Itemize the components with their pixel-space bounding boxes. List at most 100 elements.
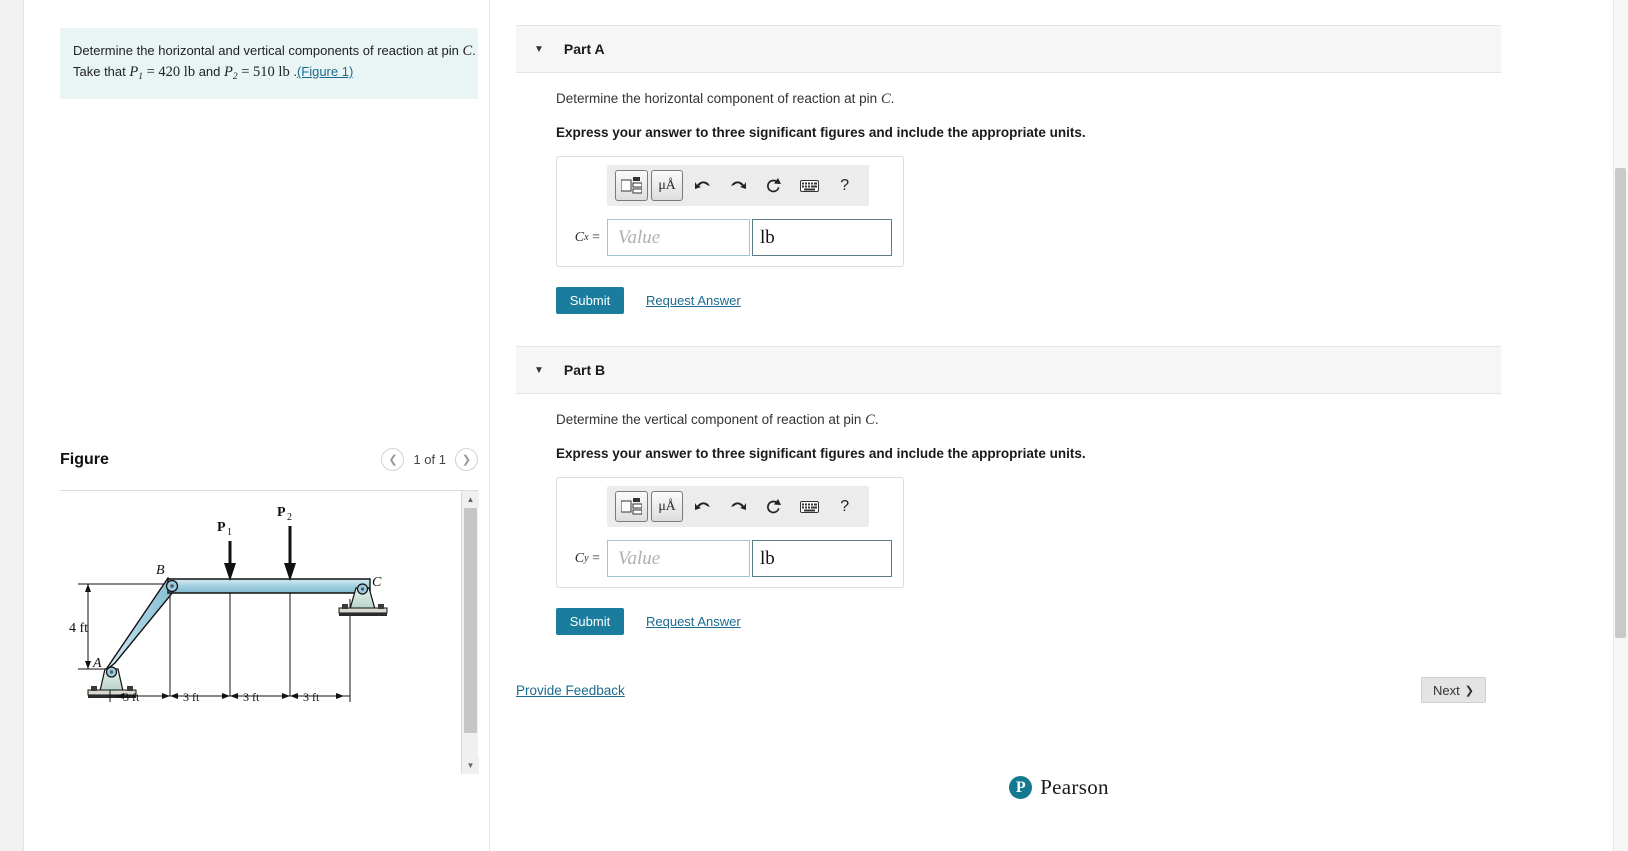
redo-icon[interactable] (722, 170, 755, 201)
units-label: μÅ (658, 177, 676, 193)
page-root: Determine the horizontal and vertical co… (0, 0, 1628, 851)
caret-down-icon[interactable]: ▼ (534, 44, 544, 55)
part-a-submit-button[interactable]: Submit (556, 287, 624, 314)
span-label-4: 3 ft (303, 690, 320, 704)
provide-feedback-link[interactable]: Provide Feedback (516, 683, 625, 698)
problem-text-1-end: . (472, 43, 476, 58)
p2-unit: lb (278, 64, 290, 81)
next-button[interactable]: Next ❯ (1421, 677, 1486, 703)
undo-icon[interactable] (686, 491, 719, 522)
part-a-section: ▼ Part A Determine the horizontal compon… (516, 25, 1516, 314)
reset-icon[interactable] (757, 491, 790, 522)
part-a-actions: Submit Request Answer (556, 287, 1516, 314)
part-a-answer-box: μÅ ? C x = Value lb (556, 156, 904, 267)
next-button-label: Next (1433, 682, 1460, 698)
figure-panel: 4 ft B A C P 1 P 2 3 ft 3 ft 3 ft 3 ft ▲… (60, 490, 479, 774)
pearson-wordmark: Pearson (1040, 775, 1109, 799)
units-label: μÅ (658, 498, 676, 514)
problem-line-2: Take that P1 = 420 lb and P2 = 510 lb .(… (73, 62, 464, 85)
help-icon[interactable]: ? (828, 170, 861, 201)
part-a-question-period: . (890, 91, 895, 106)
figure-scroll-track[interactable] (462, 508, 478, 757)
p2-symbol: P (224, 64, 233, 81)
problem-statement: Determine the horizontal and vertical co… (60, 28, 478, 99)
help-icon[interactable]: ? (828, 491, 861, 522)
scroll-up-arrow-icon[interactable]: ▲ (462, 491, 479, 508)
left-gutter (0, 0, 24, 851)
part-b-input-row: Cy = Value lb (565, 540, 895, 577)
figure-next-button[interactable]: ❯ (455, 448, 478, 471)
height-arrow-bottom (85, 661, 91, 669)
help-label: ? (840, 176, 850, 194)
p1-value: = 420 (142, 64, 184, 81)
chevron-right-icon: ❯ (461, 454, 472, 466)
p1-symbol: P (129, 64, 139, 81)
part-b-var-symbol: C (574, 550, 585, 566)
pin-label-c: C (462, 43, 473, 59)
label-b: B (156, 563, 165, 578)
part-a-request-answer-link[interactable]: Request Answer (646, 293, 741, 308)
part-b-question-period: . (874, 412, 879, 427)
chevron-left-icon: ❮ (388, 454, 398, 466)
height-dimension-label: 4 ft (69, 621, 88, 636)
figure-canvas: 4 ft B A C P 1 P 2 3 ft 3 ft 3 ft 3 ft (60, 491, 456, 774)
part-b-submit-button[interactable]: Submit (556, 608, 624, 635)
math-template-icon[interactable] (615, 491, 648, 522)
pin-c-center (360, 587, 365, 591)
label-p2: P (277, 505, 286, 520)
answer-column: ▼ Part A Determine the horizontal compon… (490, 0, 1628, 851)
span-label-1: 3 ft (123, 690, 140, 704)
support-c-ground (339, 613, 387, 616)
figure-header: Figure ❮ 1 of 1 ❯ (60, 448, 478, 481)
part-a-value-input[interactable]: Value (607, 219, 750, 256)
keyboard-icon[interactable] (793, 491, 826, 522)
keyboard-icon[interactable] (793, 170, 826, 201)
label-c: C (372, 575, 382, 590)
page-scroll-thumb[interactable] (1615, 168, 1626, 638)
units-icon[interactable]: μÅ (650, 491, 684, 522)
chevron-right-icon: ❯ (1464, 684, 1474, 697)
figure-counter: 1 of 1 (413, 452, 446, 467)
part-b-request-answer-link[interactable]: Request Answer (646, 614, 741, 629)
pin-a-center (109, 670, 114, 674)
span-label-2: 3 ft (183, 690, 200, 704)
part-a-label: Part A (563, 41, 605, 57)
part-b-label: Part B (563, 362, 606, 378)
help-label: ? (840, 497, 850, 515)
page-scrollbar[interactable] (1613, 0, 1628, 851)
truss-diagram: 4 ft B A C P 1 P 2 3 ft 3 ft 3 ft 3 ft (69, 505, 388, 704)
support-a-bolt-left (91, 686, 97, 691)
p1-unit: lb (183, 64, 196, 81)
part-a-variable-label: Cx = (574, 229, 600, 245)
part-b-unit-input[interactable]: lb (752, 540, 892, 577)
part-b-value-input[interactable]: Value (607, 540, 750, 577)
units-icon[interactable]: μÅ (650, 170, 684, 201)
part-a-var-symbol: C (574, 229, 585, 245)
label-p1-sub: 1 (227, 527, 232, 538)
force-p1: P 1 (217, 520, 236, 581)
reset-icon[interactable] (757, 170, 790, 201)
part-b-pin-var: C (865, 412, 875, 428)
figure-prev-button[interactable]: ❮ (381, 448, 405, 471)
part-b-header[interactable]: ▼ Part B (516, 346, 1501, 394)
part-a-header[interactable]: ▼ Part A (516, 25, 1501, 73)
figure-title: Figure (60, 450, 109, 468)
problem-conjunction: and (195, 64, 224, 80)
caret-down-icon[interactable]: ▼ (534, 365, 544, 376)
problem-text-1: Determine the horizontal and vertical co… (73, 43, 463, 58)
figure-nav: ❮ 1 of 1 ❯ (381, 448, 478, 471)
scroll-down-arrow-icon[interactable]: ▼ (462, 757, 479, 774)
figure-1-link[interactable]: (Figure 1) (297, 64, 353, 79)
span-label-3: 3 ft (243, 690, 260, 704)
label-a: A (92, 656, 102, 671)
undo-icon[interactable] (686, 170, 719, 201)
figure-scroll-thumb[interactable] (464, 508, 477, 733)
redo-icon[interactable] (722, 491, 755, 522)
figure-scrollbar[interactable]: ▲ ▼ (461, 491, 479, 774)
support-c-bolt-left (342, 604, 348, 609)
math-template-icon[interactable] (615, 170, 648, 201)
footer-row: Provide Feedback Next ❯ (516, 677, 1501, 717)
part-b-question-text: Determine the vertical component of reac… (556, 412, 866, 427)
problem-text-2: Take that (73, 64, 130, 80)
part-a-unit-input[interactable]: lb (752, 219, 892, 256)
